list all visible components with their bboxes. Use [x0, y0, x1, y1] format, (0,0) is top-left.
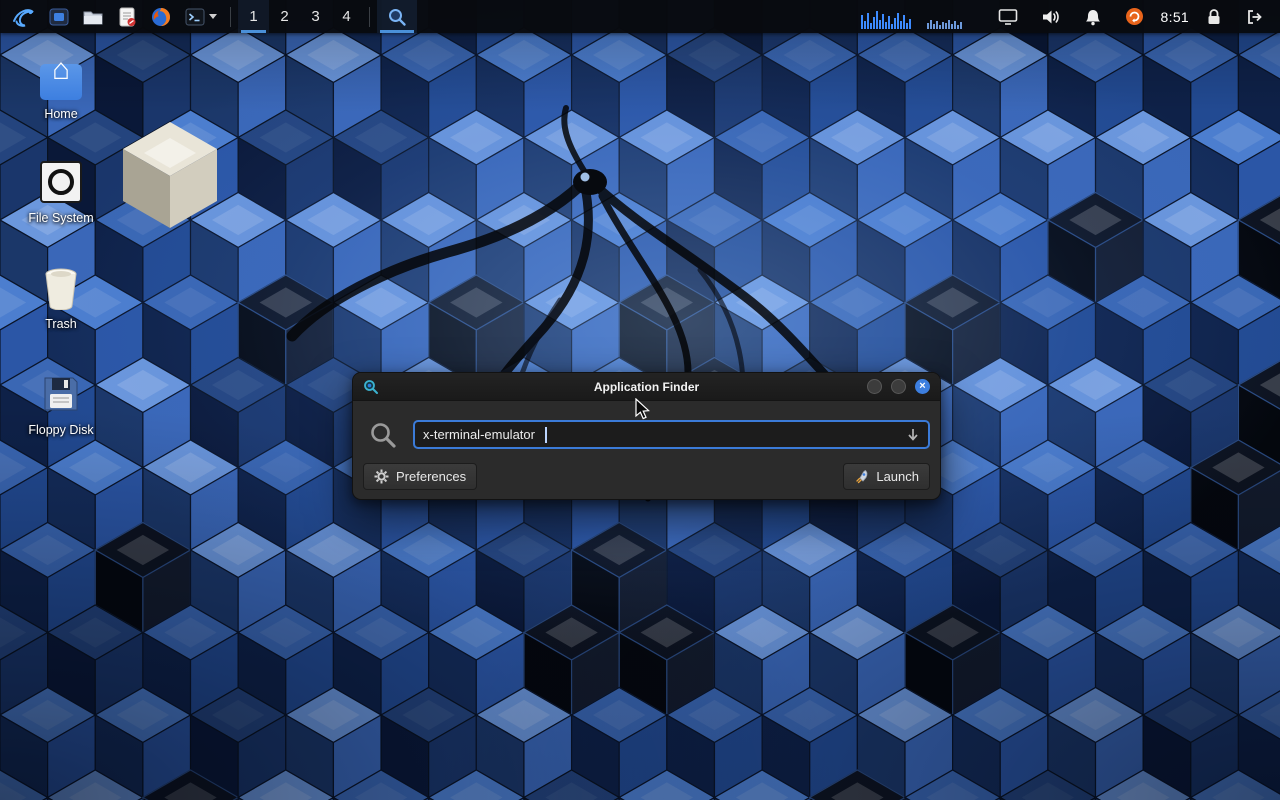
launch-button[interactable]: Launch — [843, 463, 930, 490]
terminal-dropdown-button[interactable] — [178, 0, 223, 33]
titlebar[interactable]: Application Finder × — [353, 373, 940, 401]
active-underline — [380, 30, 414, 33]
search-input[interactable]: x-terminal-emulator — [413, 420, 930, 449]
screen-tray-button[interactable] — [992, 0, 1024, 33]
close-icon: × — [919, 381, 925, 392]
display-icon — [998, 8, 1018, 26]
entry-dropdown-icon[interactable] — [906, 428, 920, 442]
search-input-value: x-terminal-emulator — [423, 427, 535, 442]
notifications-tray-button[interactable] — [1078, 0, 1108, 33]
workspace-label: 2 — [280, 8, 288, 25]
clock[interactable]: 8:51 — [1161, 9, 1189, 25]
minimize-button[interactable] — [867, 379, 882, 394]
magnifier-icon — [387, 7, 407, 27]
desktop-root: 1 2 3 4 — [0, 0, 1280, 800]
power-icon — [1245, 8, 1264, 26]
workspace-label: 3 — [311, 8, 319, 25]
panel-separator — [230, 7, 231, 27]
padlock-icon — [1206, 8, 1222, 26]
workspace-button-4[interactable]: 4 — [331, 0, 362, 33]
desktop-icon-label: File System — [28, 211, 93, 225]
bell-icon — [1084, 8, 1102, 26]
volume-tray-button[interactable] — [1035, 0, 1067, 33]
top-panel: 1 2 3 4 — [0, 0, 1280, 33]
folder-icon — [82, 6, 104, 28]
text-editor-button[interactable] — [110, 0, 144, 33]
files-app-button[interactable] — [42, 0, 76, 33]
chevron-down-icon — [209, 14, 217, 19]
workspace-button-2[interactable]: 2 — [269, 0, 300, 33]
desktop-icon-home[interactable]: ⌂ Home — [18, 55, 104, 121]
desktop-icon-filesystem[interactable]: File System — [18, 159, 104, 225]
search-icon — [369, 421, 397, 449]
file-manager-button[interactable] — [76, 0, 110, 33]
finder-body: x-terminal-emulator — [353, 401, 940, 499]
terminal-icon — [184, 6, 206, 28]
speaker-icon — [1041, 8, 1061, 26]
system-monitor-graph[interactable] — [861, 5, 981, 29]
trash-icon — [38, 265, 84, 311]
desktop-icon-label: Trash — [45, 317, 77, 331]
text-editor-icon — [116, 6, 138, 28]
maximize-button[interactable] — [891, 379, 906, 394]
lock-tray-button[interactable] — [1200, 0, 1228, 33]
firefox-icon — [150, 6, 172, 28]
kali-menu-button[interactable] — [5, 0, 42, 33]
workspace-label: 1 — [249, 8, 257, 25]
desktop-icon-floppy[interactable]: Floppy Disk — [18, 371, 104, 437]
preferences-button[interactable]: Preferences — [363, 463, 477, 490]
desktop-icon-label: Home — [44, 107, 77, 121]
preferences-label: Preferences — [396, 469, 466, 484]
floppy-icon — [38, 371, 84, 417]
gear-icon — [374, 469, 389, 484]
window-magnifier-icon — [363, 379, 379, 395]
filesystem-icon — [38, 159, 84, 205]
workspace-button-3[interactable]: 3 — [300, 0, 331, 33]
updates-tray-button[interactable] — [1119, 0, 1150, 33]
workspace-button-1[interactable]: 1 — [238, 0, 269, 33]
desktop-icon-trash[interactable]: Trash — [18, 265, 104, 331]
desktop-icon-label: Floppy Disk — [28, 423, 93, 437]
home-icon: ⌂ — [38, 55, 84, 101]
launch-icon — [854, 469, 869, 484]
window-icon — [48, 6, 70, 28]
panel-separator — [369, 7, 370, 27]
close-button[interactable]: × — [915, 379, 930, 394]
kali-logo-icon — [11, 4, 36, 29]
workspace-label: 4 — [342, 8, 350, 25]
update-icon — [1125, 7, 1144, 26]
active-underline — [241, 30, 266, 33]
session-menu-button[interactable] — [1239, 0, 1270, 33]
firefox-button[interactable] — [144, 0, 178, 33]
application-finder-window: Application Finder × x-terminal-emulator — [352, 372, 941, 500]
window-title: Application Finder — [353, 380, 940, 394]
launch-label: Launch — [876, 469, 919, 484]
taskbar-appfinder-button[interactable] — [377, 0, 417, 33]
text-caret — [545, 427, 547, 443]
